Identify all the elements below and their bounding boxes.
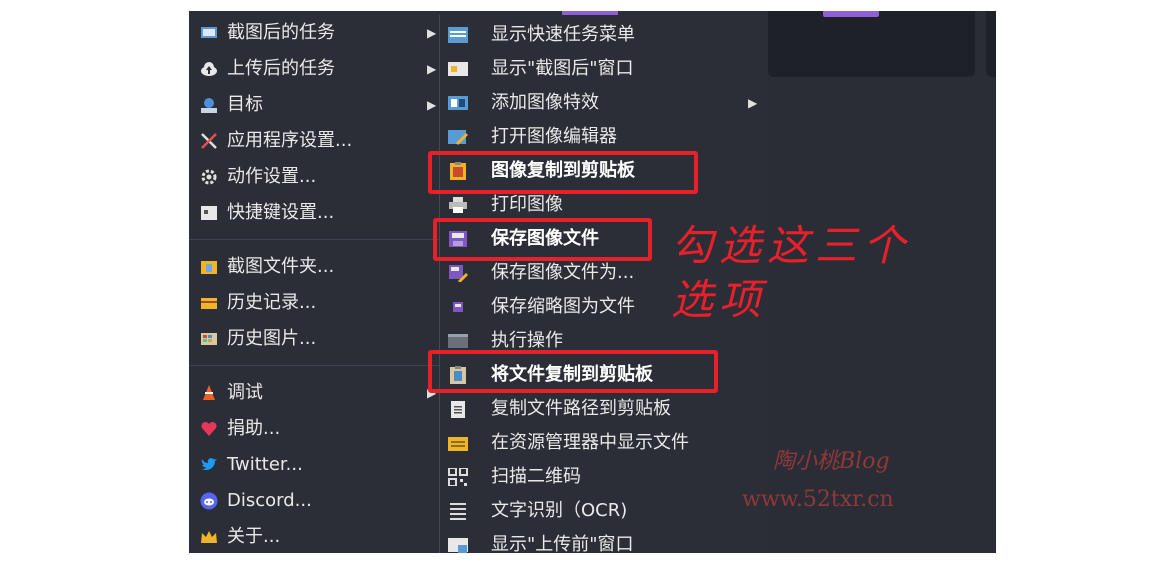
submenu-arrow-icon: ▶ bbox=[427, 26, 437, 40]
task-label: 文字识别（OCR) bbox=[491, 500, 628, 521]
annotation-text: 勾选这三个 选项 bbox=[671, 219, 911, 327]
tray-context-menu: 截图后的任务 ▶ 上传后的任务 ▶ 目标 ▶ 应用程序设置... 动作设置...… bbox=[189, 11, 439, 553]
task-label: 复制文件路径到剪贴板 bbox=[491, 398, 671, 419]
task-open-image-editor[interactable]: 打开图像编辑器 bbox=[440, 120, 768, 154]
menu-item-about[interactable]: 关于... bbox=[189, 520, 439, 553]
menu-item-label: 目标 bbox=[227, 94, 263, 115]
task-scan-qr-code[interactable]: 扫描二维码 bbox=[440, 460, 768, 494]
task-show-after-capture-window[interactable]: 显示"截图后"窗口 bbox=[440, 52, 768, 86]
task-label: 显示"上传前"窗口 bbox=[491, 534, 634, 553]
menu-item-label: 动作设置... bbox=[227, 166, 317, 187]
task-label: 在资源管理器中显示文件 bbox=[491, 432, 689, 453]
menu-separator bbox=[189, 239, 439, 240]
highlight-box-copy-image bbox=[428, 151, 698, 194]
task-add-image-effects[interactable]: 添加图像特效 ▶ bbox=[440, 86, 768, 120]
menu-item-hotkey-settings[interactable]: 快捷键设置... bbox=[189, 196, 439, 230]
save-as-icon bbox=[448, 264, 468, 282]
keyboard-icon bbox=[200, 204, 218, 222]
menu-item-after-upload-tasks[interactable]: 上传后的任务 ▶ bbox=[189, 52, 439, 86]
task-label: 添加图像特效 bbox=[491, 92, 599, 113]
history-icon bbox=[200, 294, 218, 312]
menu-item-label: Twitter... bbox=[227, 454, 303, 475]
menu-item-label: 上传后的任务 bbox=[227, 58, 335, 79]
menu-item-image-history[interactable]: 历史图片... bbox=[189, 322, 439, 356]
highlight-box-copy-file bbox=[428, 350, 718, 393]
ocr-icon bbox=[448, 502, 468, 520]
heart-icon bbox=[200, 420, 218, 438]
menu-item-label: 历史记录... bbox=[227, 292, 317, 313]
pro-badge bbox=[823, 11, 879, 17]
task-label: 显示快速任务菜单 bbox=[491, 24, 635, 45]
gear-icon bbox=[200, 168, 218, 186]
menu-item-twitter[interactable]: Twitter... bbox=[189, 448, 439, 482]
clipboard-path-icon bbox=[448, 400, 468, 418]
menu-item-label: 截图文件夹... bbox=[227, 256, 335, 277]
background-panel-edge bbox=[986, 11, 996, 77]
task-copy-file-path-to-clipboard[interactable]: 复制文件路径到剪贴板 bbox=[440, 392, 768, 426]
menu-item-app-settings[interactable]: 应用程序设置... bbox=[189, 124, 439, 158]
menu-item-action-settings[interactable]: 动作设置... bbox=[189, 160, 439, 194]
menu-item-history[interactable]: 历史记录... bbox=[189, 286, 439, 320]
submenu-arrow-icon: ▶ bbox=[748, 96, 758, 110]
twitter-icon bbox=[200, 456, 218, 474]
qr-code-icon bbox=[448, 468, 468, 486]
task-show-quick-task-menu[interactable]: 显示快速任务菜单 bbox=[440, 18, 768, 52]
task-show-before-upload-window[interactable]: 显示"上传前"窗口 bbox=[440, 528, 768, 553]
annotation-line-1: 勾选这三个 bbox=[671, 221, 912, 270]
crown-icon bbox=[200, 528, 218, 546]
image-editor-icon bbox=[448, 128, 468, 146]
terminal-icon bbox=[448, 332, 468, 350]
highlight-box-save-image bbox=[433, 218, 652, 261]
menu-item-after-capture-tasks[interactable]: 截图后的任务 ▶ bbox=[189, 16, 439, 50]
quick-menu-icon bbox=[448, 26, 468, 44]
cloud-upload-icon bbox=[200, 60, 218, 78]
menu-item-screenshots-folder[interactable]: 截图文件夹... bbox=[189, 250, 439, 284]
watermark-blog-name: 陶小桃Blog bbox=[773, 449, 890, 474]
task-label: 保存缩略图为文件 bbox=[491, 296, 635, 317]
thumbnail-icon bbox=[448, 298, 468, 316]
task-label: 打开图像编辑器 bbox=[491, 126, 617, 147]
upload-window-icon bbox=[448, 536, 468, 553]
folder-icon bbox=[200, 258, 218, 276]
task-label: 扫描二维码 bbox=[491, 466, 581, 487]
tools-icon bbox=[200, 132, 218, 150]
menu-item-label: 关于... bbox=[227, 526, 281, 547]
task-show-file-in-explorer[interactable]: 在资源管理器中显示文件 bbox=[440, 426, 768, 460]
task-after-capture-icon bbox=[200, 24, 218, 42]
menu-item-label: 调试 bbox=[227, 382, 263, 403]
menu-item-label: 历史图片... bbox=[227, 328, 317, 349]
menu-item-donate[interactable]: 捐助... bbox=[189, 412, 439, 446]
menu-item-destinations[interactable]: 目标 ▶ bbox=[189, 88, 439, 122]
menu-item-label: 快捷键设置... bbox=[227, 202, 335, 223]
image-history-icon bbox=[200, 330, 218, 348]
image-effects-icon bbox=[448, 94, 468, 112]
menu-item-label: 截图后的任务 bbox=[227, 22, 335, 43]
menu-item-label: Discord... bbox=[227, 490, 312, 511]
destination-icon bbox=[200, 96, 218, 114]
window-icon bbox=[448, 60, 468, 78]
explorer-folder-icon bbox=[448, 434, 468, 452]
menu-separator bbox=[189, 365, 439, 366]
menu-item-label: 应用程序设置... bbox=[227, 130, 353, 151]
task-ocr[interactable]: 文字识别（OCR) bbox=[440, 494, 768, 528]
menu-item-debug[interactable]: 调试 ▶ bbox=[189, 376, 439, 410]
annotation-line-2: 选项 bbox=[671, 275, 768, 324]
submenu-arrow-icon: ▶ bbox=[427, 98, 437, 112]
task-label: 显示"截图后"窗口 bbox=[491, 58, 634, 79]
menu-item-label: 捐助... bbox=[227, 418, 281, 439]
printer-icon bbox=[448, 196, 468, 214]
submenu-arrow-icon: ▶ bbox=[427, 62, 437, 76]
task-label: 保存图像文件为... bbox=[491, 262, 635, 283]
discord-icon bbox=[200, 492, 218, 510]
background-panel bbox=[768, 11, 975, 77]
debug-cone-icon bbox=[200, 384, 218, 402]
menu-item-discord[interactable]: Discord... bbox=[189, 484, 439, 518]
watermark-url: www.52txr.cn bbox=[742, 487, 894, 512]
app-screenshot: 截图后的任务 ▶ 上传后的任务 ▶ 目标 ▶ 应用程序设置... 动作设置...… bbox=[189, 11, 996, 553]
